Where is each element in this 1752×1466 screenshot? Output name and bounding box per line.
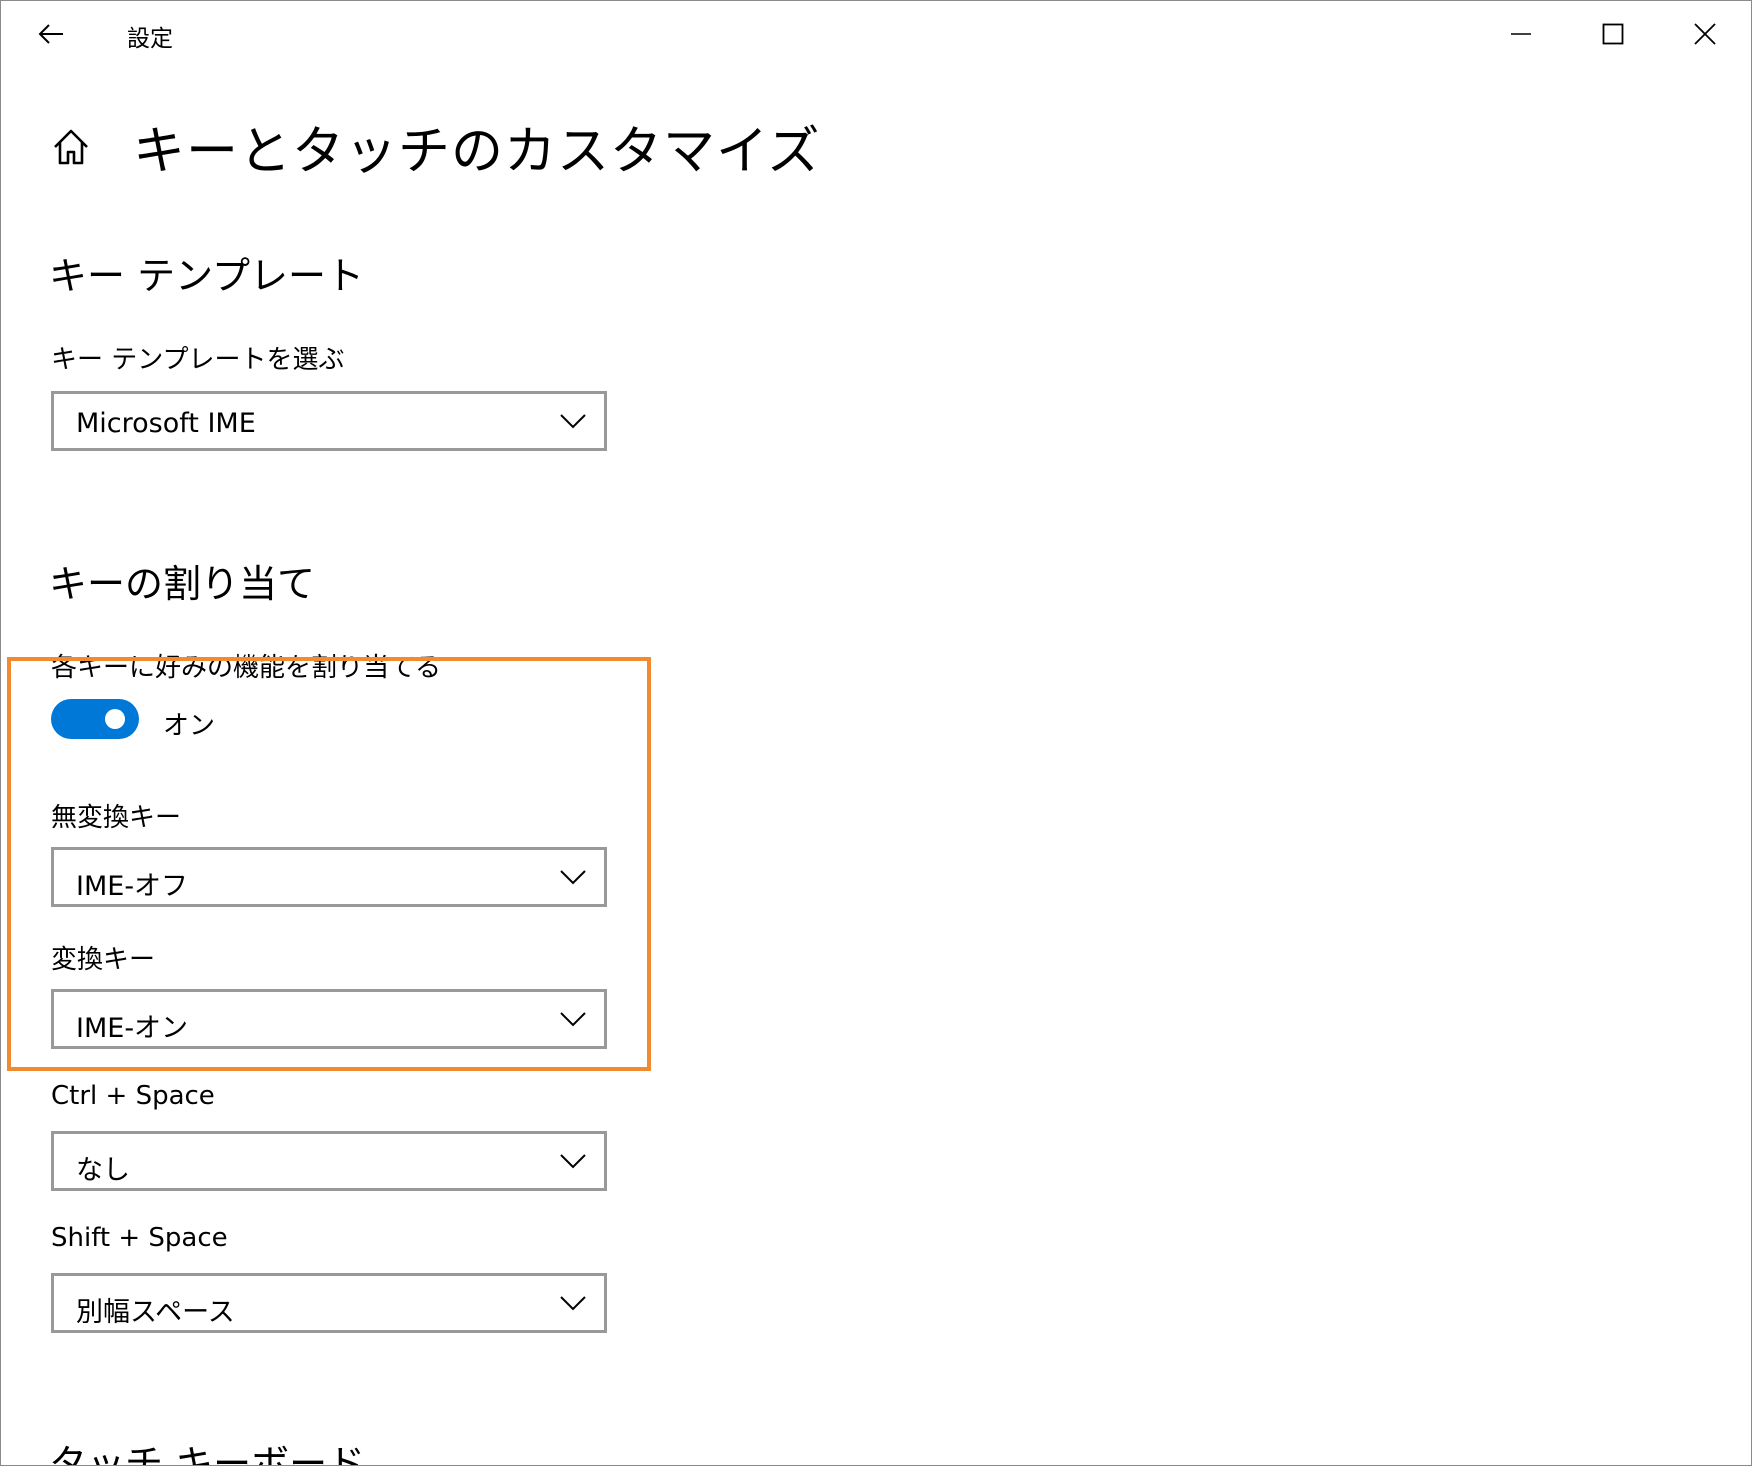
ctrl-space-label: Ctrl + Space — [51, 1081, 215, 1111]
key-template-heading: キー テンプレート — [49, 254, 364, 298]
toggle-state-label: オン — [163, 711, 216, 741]
chevron-down-icon — [560, 414, 586, 429]
settings-window: 設定 キーとタッチのカスタマイズ キー テンプレート キー テンプレートを選ぶ … — [0, 0, 1752, 1466]
touch-keyboard-heading: タッチ キーボード — [49, 1442, 366, 1466]
chevron-down-icon — [560, 1012, 586, 1027]
muhenkan-key-dropdown[interactable]: IME-オフ — [51, 847, 607, 907]
dropdown-value: IME-オフ — [76, 871, 189, 902]
maximize-icon — [1602, 23, 1624, 45]
muhenkan-key-label: 無変換キー — [51, 803, 182, 833]
key-assignment-heading: キーの割り当て — [49, 562, 316, 606]
chevron-down-icon — [560, 1154, 586, 1169]
key-assignment-toggle-label: 各キーに好みの機能を割り当てる — [51, 653, 442, 683]
key-template-label: キー テンプレートを選ぶ — [51, 345, 345, 375]
henkan-key-dropdown[interactable]: IME-オン — [51, 989, 607, 1049]
title-bar: 設定 — [1, 1, 1751, 67]
arrow-left-icon — [38, 24, 63, 44]
close-icon — [1694, 23, 1716, 45]
chevron-down-icon — [560, 870, 586, 885]
chevron-down-icon — [560, 1296, 586, 1311]
dropdown-value: なし — [76, 1155, 130, 1186]
close-button[interactable] — [1659, 1, 1751, 67]
toggle-knob — [105, 709, 125, 729]
dropdown-value: 別幅スペース — [76, 1297, 235, 1328]
ctrl-space-dropdown[interactable]: なし — [51, 1131, 607, 1191]
home-icon[interactable] — [49, 125, 93, 169]
shift-space-dropdown[interactable]: 別幅スペース — [51, 1273, 607, 1333]
key-template-dropdown[interactable]: Microsoft IME — [51, 391, 607, 451]
shift-space-label: Shift + Space — [51, 1223, 228, 1253]
dropdown-value: Microsoft IME — [76, 408, 256, 439]
henkan-key-label: 変換キー — [51, 945, 156, 975]
back-button[interactable] — [23, 9, 79, 59]
maximize-button[interactable] — [1567, 1, 1659, 67]
minimize-icon — [1511, 33, 1531, 35]
minimize-button[interactable] — [1475, 1, 1567, 67]
app-title: 設定 — [127, 26, 173, 52]
dropdown-value: IME-オン — [76, 1013, 189, 1044]
page-title: キーとタッチのカスタマイズ — [133, 122, 821, 182]
key-assignment-toggle[interactable] — [51, 699, 139, 739]
